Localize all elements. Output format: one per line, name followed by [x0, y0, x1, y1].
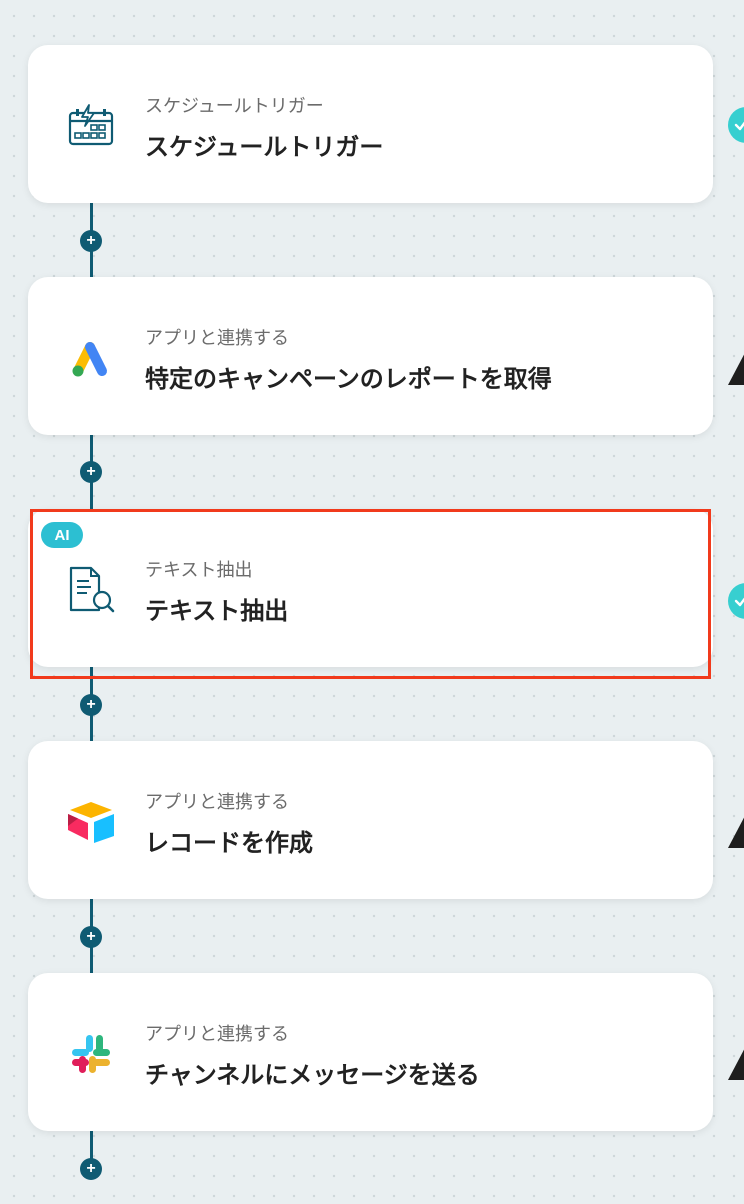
add-step-button[interactable]: +: [80, 230, 102, 252]
add-step-button[interactable]: +: [80, 1158, 102, 1180]
flow-step-card-slack[interactable]: アプリと連携する チャンネルにメッセージを送る: [28, 973, 713, 1131]
step-subtitle: スケジュールトリガー: [145, 96, 324, 116]
step-title: スケジュールトリガー: [145, 134, 384, 161]
step-title: チャンネルにメッセージを送る: [145, 1062, 480, 1089]
google-ads-icon: [66, 333, 116, 383]
flow-step-card-text-extraction[interactable]: AI テキスト抽出 テキスト抽出: [28, 509, 713, 667]
ai-badge: AI: [41, 522, 83, 548]
warning-icon: [728, 1042, 744, 1085]
add-step-button[interactable]: +: [80, 694, 102, 716]
step-subtitle: アプリと連携する: [145, 1024, 289, 1044]
warning-icon: [728, 810, 744, 853]
airtable-icon: [66, 797, 116, 847]
step-subtitle: アプリと連携する: [145, 792, 289, 812]
step-subtitle: アプリと連携する: [145, 328, 289, 348]
flow-step-card-schedule-trigger[interactable]: スケジュールトリガー スケジュールトリガー: [28, 45, 713, 203]
add-step-button[interactable]: +: [80, 461, 102, 483]
flow-step-card-airtable[interactable]: アプリと連携する レコードを作成: [28, 741, 713, 899]
warning-icon: [728, 347, 744, 390]
slack-icon: [66, 1029, 116, 1079]
step-title: 特定のキャンペーンのレポートを取得: [145, 366, 552, 393]
document-search-icon: [66, 565, 116, 615]
check-icon: [728, 107, 744, 143]
check-icon: [728, 583, 744, 619]
step-subtitle: テキスト抽出: [145, 560, 253, 580]
step-title: テキスト抽出: [145, 598, 289, 625]
add-step-button[interactable]: +: [80, 926, 102, 948]
flow-step-card-google-ads[interactable]: アプリと連携する 特定のキャンペーンのレポートを取得: [28, 277, 713, 435]
calendar-bolt-icon: [66, 101, 116, 151]
step-title: レコードを作成: [145, 830, 313, 857]
